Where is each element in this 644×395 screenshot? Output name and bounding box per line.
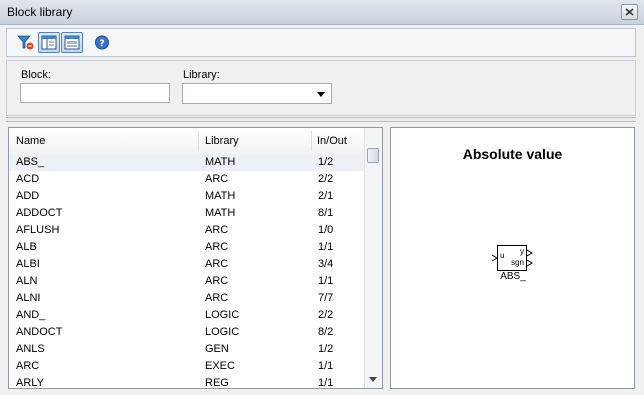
- cell-name: ADD: [16, 190, 40, 202]
- cell-inout: 2/1: [318, 190, 334, 202]
- layout-view-icon: [64, 35, 80, 50]
- table-row[interactable]: AFLUSH ARC 1/0: [9, 222, 366, 239]
- cell-library: MATH: [205, 156, 236, 168]
- cell-library: MATH: [205, 207, 236, 219]
- library-label: Library:: [183, 69, 220, 81]
- cell-inout: 8/1: [318, 207, 334, 219]
- svg-text:?: ?: [99, 39, 104, 49]
- table-row[interactable]: AND_ LOGIC 2/2: [9, 307, 366, 324]
- block-input[interactable]: [20, 83, 170, 103]
- block-list: Name Library In/Out ABS_ MATH 1/2 ACD ARC 2/2…: [8, 127, 383, 389]
- table-row[interactable]: ALBI ARC 3/4: [9, 256, 366, 273]
- cell-library: EXEC: [205, 360, 235, 372]
- filter-panel: Block: Library:: [6, 60, 636, 116]
- cell-library: LOGIC: [205, 326, 240, 338]
- cell-inout: 8/2: [318, 326, 334, 338]
- vertical-scrollbar[interactable]: [364, 128, 382, 388]
- cell-inout: 1/0: [318, 224, 334, 236]
- cell-library: ARC: [205, 275, 229, 287]
- cell-inout: 2/2: [318, 309, 334, 321]
- output-ports-icon: [527, 249, 533, 267]
- columns-view-button[interactable]: [38, 32, 60, 53]
- table-row[interactable]: ARC EXEC 1/1: [9, 358, 366, 375]
- cell-name: ALN: [16, 275, 38, 287]
- cell-inout: 3/4: [318, 258, 334, 270]
- cell-name: ARC: [16, 360, 40, 372]
- cell-library: ARC: [205, 224, 229, 236]
- toolbar: ?: [6, 28, 636, 57]
- cell-library: ARC: [205, 173, 229, 185]
- port-label-y: y: [520, 247, 524, 256]
- help-icon: ?: [95, 35, 109, 50]
- table-row[interactable]: ACD ARC 2/2: [9, 171, 366, 188]
- splitter-handle[interactable]: [6, 117, 636, 122]
- filter-button[interactable]: [15, 32, 37, 53]
- cell-inout: 2/2: [318, 173, 334, 185]
- table-row[interactable]: ARLY REG 1/1: [9, 375, 366, 389]
- block-name: ABS_: [500, 271, 526, 282]
- cell-name: ALNI: [16, 292, 41, 304]
- library-select[interactable]: [182, 83, 332, 104]
- cell-library: ARC: [205, 292, 229, 304]
- list-header: Name Library In/Out: [9, 128, 379, 155]
- cell-library: ARC: [205, 258, 229, 270]
- window-titlebar[interactable]: Block library: [0, 0, 644, 25]
- table-row[interactable]: ABS_ MATH 1/2: [9, 154, 366, 171]
- cell-inout: 1/2: [318, 156, 334, 168]
- preview-title: Absolute value: [462, 146, 563, 162]
- cell-inout: 1/1: [318, 241, 334, 253]
- cell-name: AND_: [16, 309, 46, 321]
- port-label-u: u: [500, 251, 505, 260]
- table-row[interactable]: ANDOCT LOGIC 8/2: [9, 324, 366, 341]
- window-title: Block library: [7, 5, 73, 19]
- cell-name: ARLY: [16, 377, 44, 389]
- scrollbar-thumb[interactable]: [367, 148, 379, 163]
- table-row[interactable]: ALNI ARC 7/7: [9, 290, 366, 307]
- chevron-down-icon[interactable]: [369, 377, 377, 383]
- cell-library: MATH: [205, 190, 236, 202]
- cell-name: ADDOCT: [16, 207, 63, 219]
- table-row[interactable]: ALN ARC 1/1: [9, 273, 366, 290]
- cell-inout: 1/2: [318, 343, 334, 355]
- cell-name: AFLUSH: [16, 224, 60, 236]
- cell-inout: 1/1: [318, 275, 334, 287]
- cell-inout: 1/1: [318, 377, 334, 389]
- cell-name: ALBI: [16, 258, 40, 270]
- table-row[interactable]: ADDOCT MATH 8/1: [9, 205, 366, 222]
- cell-name: ANLS: [16, 343, 45, 355]
- cell-library: REG: [205, 377, 229, 389]
- cell-inout: 1/1: [318, 360, 334, 372]
- cell-name: ANDOCT: [16, 326, 63, 338]
- columns-view-icon: [41, 35, 57, 50]
- block-label: Block:: [21, 69, 51, 81]
- port-label-sgn: sgn: [511, 258, 524, 267]
- close-icon: [625, 8, 634, 16]
- table-row[interactable]: ALB ARC 1/1: [9, 239, 366, 256]
- cell-name: ABS_: [16, 156, 45, 168]
- column-header-inout[interactable]: In/Out: [317, 135, 347, 147]
- close-button[interactable]: [621, 4, 638, 20]
- block-diagram: u y sgn: [497, 245, 527, 271]
- cell-library: GEN: [205, 343, 229, 355]
- table-row[interactable]: ANLS GEN 1/2: [9, 341, 366, 358]
- column-header-library[interactable]: Library: [205, 135, 239, 147]
- cell-name: ACD: [16, 173, 40, 185]
- cell-library: ARC: [205, 241, 229, 253]
- cell-name: ALB: [16, 241, 37, 253]
- table-row[interactable]: ADD MATH 2/1: [9, 188, 366, 205]
- filter-icon: [17, 35, 34, 50]
- column-header-name[interactable]: Name: [16, 135, 45, 147]
- layout-view-button[interactable]: [61, 32, 83, 53]
- chevron-down-icon: [317, 92, 325, 97]
- cell-inout: 7/7: [318, 292, 334, 304]
- help-button[interactable]: ?: [91, 32, 113, 53]
- block-preview: Absolute value u y sgn ABS_: [390, 127, 635, 389]
- cell-library: LOGIC: [205, 309, 240, 321]
